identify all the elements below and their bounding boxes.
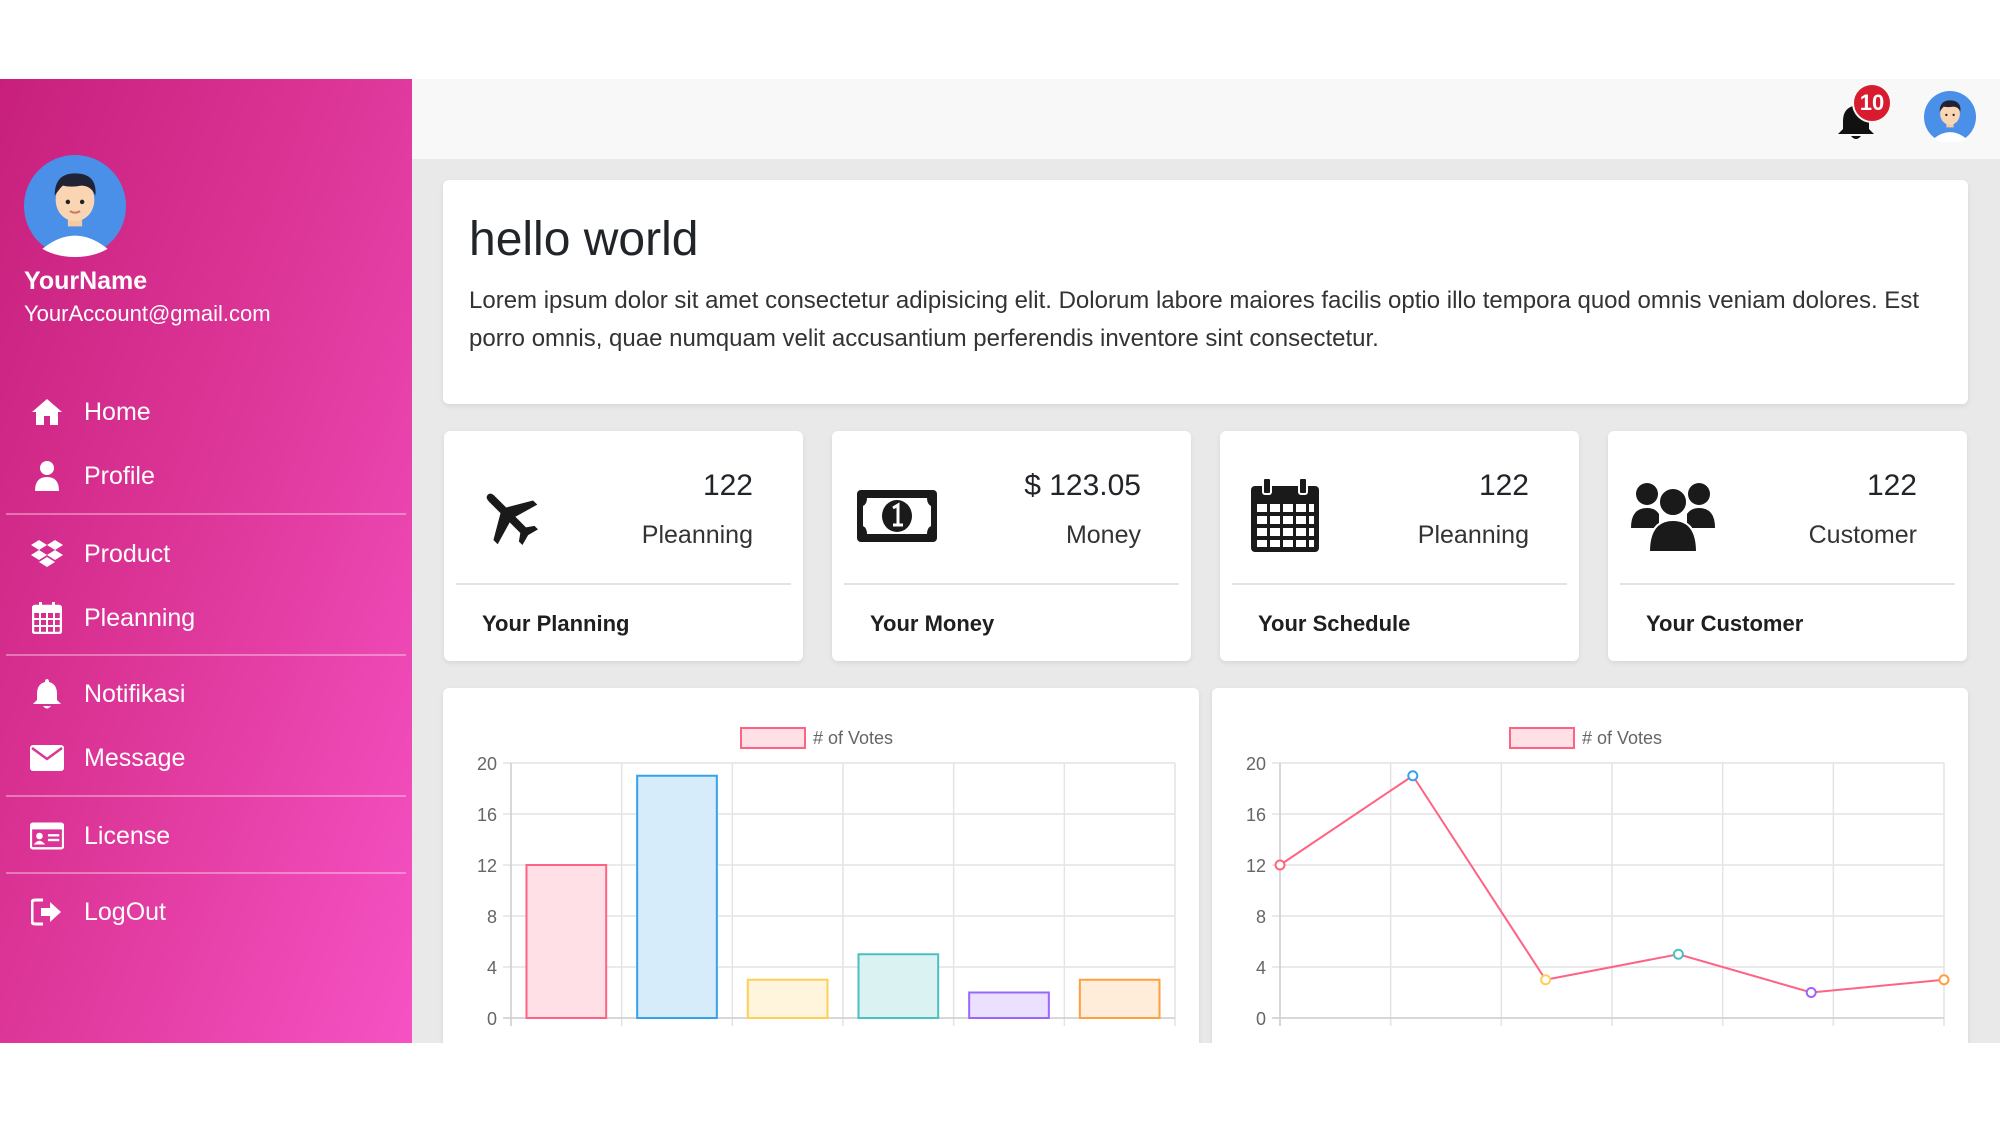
card-divider bbox=[1620, 583, 1955, 585]
avatar[interactable] bbox=[24, 155, 126, 257]
sidebar-item-label: License bbox=[84, 821, 171, 850]
data-point bbox=[1938, 974, 1950, 986]
stat-card-money[interactable]: $ 123.05 Money Your Money bbox=[832, 431, 1191, 661]
stat-value: 122 bbox=[702, 469, 753, 502]
bar bbox=[968, 991, 1050, 1019]
topbar bbox=[412, 79, 2000, 159]
data-point bbox=[1805, 987, 1817, 998]
logout-icon bbox=[30, 895, 64, 929]
y-tick-label: 16 bbox=[477, 805, 497, 825]
stat-label: Pleanning bbox=[1417, 521, 1529, 549]
id-card-icon bbox=[30, 819, 64, 853]
sidebar-item-home[interactable]: Home bbox=[30, 390, 151, 434]
bell-icon bbox=[30, 677, 64, 711]
stat-label: Pleanning bbox=[641, 521, 753, 549]
sidebar-item-label: LogOut bbox=[84, 897, 167, 926]
data-point bbox=[1274, 859, 1286, 871]
nav-divider bbox=[6, 872, 406, 874]
sidebar-item-logout[interactable]: LogOut bbox=[30, 890, 166, 934]
envelope-icon bbox=[30, 741, 64, 775]
calendar-icon bbox=[1242, 473, 1328, 559]
stat-footer: Your Planning bbox=[482, 611, 630, 636]
bar bbox=[746, 978, 829, 1019]
sidebar-item-label: Product bbox=[84, 539, 171, 568]
hero-card: hello world Lorem ipsum dolor sit amet c… bbox=[443, 180, 1968, 404]
notification-count-badge: 10 bbox=[1852, 83, 1892, 123]
user-avatar[interactable] bbox=[1924, 91, 1976, 143]
user-email: YourAccount@gmail.com bbox=[24, 301, 271, 326]
money-bill-icon bbox=[854, 473, 940, 559]
data-point bbox=[1540, 974, 1552, 986]
y-tick-label: 0 bbox=[1256, 1009, 1266, 1029]
app: YourName YourAccount@gmail.com Home Prof… bbox=[0, 79, 2000, 1043]
stat-card-schedule[interactable]: 122 Pleanning Your Schedule bbox=[1220, 431, 1579, 661]
airplane-icon bbox=[466, 473, 552, 559]
card-divider bbox=[844, 583, 1179, 585]
bar bbox=[857, 953, 940, 1019]
data-point bbox=[1407, 770, 1419, 782]
sidebar: YourName YourAccount@gmail.com Home Prof… bbox=[0, 79, 412, 1043]
nav-divider bbox=[6, 654, 406, 656]
legend-swatch bbox=[1509, 727, 1575, 749]
sidebar-item-label: Notifikasi bbox=[84, 679, 186, 708]
bar-chart-card: # of Votes 0 4 8 12 16 20 bbox=[443, 688, 1199, 1043]
dropbox-icon bbox=[30, 537, 64, 571]
sidebar-item-notifications[interactable]: Notifikasi bbox=[30, 672, 185, 716]
y-tick-label: 20 bbox=[477, 754, 497, 774]
stat-value: 122 bbox=[1478, 469, 1529, 502]
stat-card-customer[interactable]: 122 Customer Your Customer bbox=[1608, 431, 1967, 661]
sidebar-item-planning[interactable]: Pleanning bbox=[30, 596, 195, 640]
sidebar-item-license[interactable]: License bbox=[30, 814, 170, 858]
user-icon bbox=[30, 459, 64, 493]
sidebar-item-product[interactable]: Product bbox=[30, 532, 170, 576]
stat-label: Money bbox=[1065, 521, 1141, 549]
sidebar-item-profile[interactable]: Profile bbox=[30, 454, 155, 498]
nav-divider bbox=[6, 513, 406, 515]
y-tick-label: 8 bbox=[1256, 907, 1266, 927]
stat-label: Customer bbox=[1808, 521, 1917, 549]
stat-value: $ 123.05 bbox=[1024, 469, 1141, 502]
sidebar-item-label: Pleanning bbox=[84, 603, 196, 632]
calendar-icon bbox=[30, 601, 64, 635]
y-tick-label: 4 bbox=[487, 958, 497, 978]
users-icon bbox=[1630, 473, 1716, 559]
y-tick-label: 8 bbox=[487, 907, 497, 927]
card-divider bbox=[456, 583, 791, 585]
stat-footer: Your Schedule bbox=[1258, 611, 1411, 636]
bar bbox=[636, 774, 718, 1019]
line-chart-card: # of Votes 0 4 8 12 16 20 bbox=[1212, 688, 1968, 1043]
user-name: YourName bbox=[24, 267, 148, 295]
nav-divider bbox=[6, 795, 406, 797]
bar bbox=[1078, 978, 1161, 1019]
legend-label: # of Votes bbox=[1582, 728, 1662, 748]
sidebar-item-label: Message bbox=[84, 743, 186, 772]
legend-swatch bbox=[740, 727, 806, 749]
card-divider bbox=[1232, 583, 1567, 585]
sidebar-item-label: Profile bbox=[84, 461, 155, 490]
hero-description: Lorem ipsum dolor sit amet consectetur a… bbox=[469, 287, 1919, 352]
sidebar-item-message[interactable]: Message bbox=[30, 736, 185, 780]
home-icon bbox=[30, 395, 64, 429]
y-tick-label: 12 bbox=[477, 856, 497, 876]
data-point bbox=[1672, 948, 1684, 960]
legend-label: # of Votes bbox=[813, 728, 893, 748]
y-tick-label: 16 bbox=[1246, 805, 1266, 825]
y-tick-label: 12 bbox=[1246, 856, 1266, 876]
y-tick-label: 0 bbox=[487, 1009, 497, 1029]
stat-value: 122 bbox=[1866, 469, 1917, 502]
sidebar-item-label: Home bbox=[84, 397, 151, 426]
y-tick-label: 20 bbox=[1246, 754, 1266, 774]
page-title: hello world bbox=[469, 213, 699, 266]
stat-footer: Your Customer bbox=[1646, 611, 1804, 636]
y-tick-label: 4 bbox=[1256, 958, 1266, 978]
stat-card-planning[interactable]: 122 Pleanning Your Planning bbox=[444, 431, 803, 661]
bar bbox=[525, 864, 608, 1019]
bar-chart: # of Votes 0 4 8 12 16 20 bbox=[477, 727, 1176, 1029]
line-chart: # of Votes 0 4 8 12 16 20 bbox=[1246, 727, 1950, 1029]
stat-footer: Your Money bbox=[870, 611, 995, 636]
